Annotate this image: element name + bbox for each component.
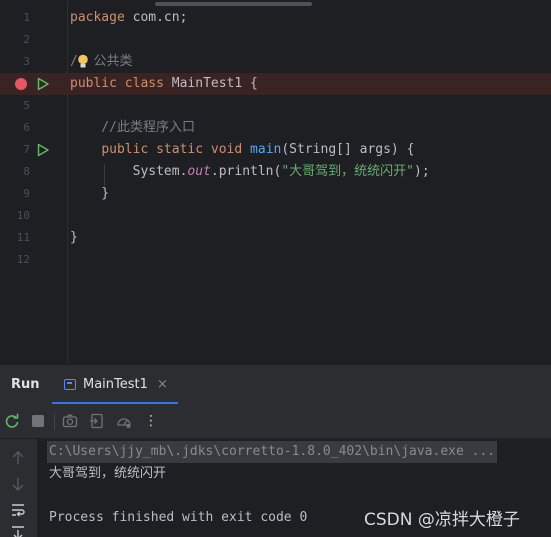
code-line[interactable]: 2 <box>0 29 551 51</box>
run-tool-window-header: Run MainTest1 × <box>0 364 551 405</box>
line-number: 10 <box>16 209 30 222</box>
down-arrow-icon[interactable] <box>10 476 26 492</box>
stop-icon[interactable] <box>30 413 46 429</box>
code-line[interactable]: 9 } <box>0 183 551 205</box>
line-number: 12 <box>16 253 30 266</box>
console-command-line: C:\Users\jjy_mb\.jdks\corretto-1.8.0_402… <box>47 441 498 463</box>
lightbulb-icon[interactable] <box>77 54 89 69</box>
breakpoint-icon[interactable] <box>15 78 27 90</box>
code-line[interactable]: 8 System.out.println("大哥驾到，统统闪开"); <box>0 161 551 183</box>
tool-window-title: Run <box>11 377 40 392</box>
run-toolbar: ⋮ <box>0 404 551 439</box>
code-line[interactable]: public class MainTest1 { <box>0 73 551 95</box>
more-options-icon[interactable]: ⋮ <box>143 413 159 429</box>
line-number: 11 <box>16 231 30 244</box>
console-side-toolbar <box>0 439 37 537</box>
code-text: System.out.println("大哥驾到，统统闪开"); <box>70 164 430 179</box>
line-number: 5 <box>23 99 30 112</box>
code-line[interactable]: 3/ 公共类 <box>0 51 551 73</box>
code-line[interactable]: 5 <box>0 95 551 117</box>
line-number: 1 <box>23 11 30 24</box>
code-line[interactable]: 6 //此类程序入口 <box>0 117 551 139</box>
dashboard-icon[interactable] <box>116 413 132 429</box>
code-text: } <box>70 186 110 201</box>
console-tab-icon <box>64 379 76 390</box>
horizontal-scrollbar[interactable] <box>155 2 312 6</box>
code-text: public static void main(String[] args) { <box>101 142 415 157</box>
code-line[interactable]: 10 <box>0 205 551 227</box>
line-number: 6 <box>23 121 30 134</box>
line-number: 9 <box>23 187 30 200</box>
console-exit-line: Process finished with exit code 0 <box>49 510 308 525</box>
line-number: 8 <box>23 165 30 178</box>
line-number: 3 <box>23 55 30 68</box>
code-text: package com.cn; <box>70 10 188 25</box>
code-text: public class MainTest1 { <box>70 76 258 91</box>
tab-maintest1[interactable]: MainTest1 × <box>52 365 178 405</box>
line-number: 7 <box>23 143 30 156</box>
code-editor[interactable]: 1 package com.cn; 2 3/ 公共类 public class Main… <box>0 0 551 364</box>
code-line[interactable]: 7 public static void main(String[] args)… <box>0 139 551 161</box>
scroll-to-end-icon[interactable] <box>10 525 26 537</box>
code-line[interactable]: 11} <box>0 227 551 249</box>
run-gutter-icon[interactable] <box>36 143 50 157</box>
soft-wrap-icon[interactable] <box>10 502 26 518</box>
code-text: } <box>70 230 78 245</box>
restore-layout-icon[interactable] <box>89 413 105 429</box>
toolbar-separator <box>54 413 55 430</box>
indent-guide <box>104 164 105 186</box>
run-gutter-icon[interactable] <box>36 77 50 91</box>
code-line[interactable]: 12 <box>0 249 551 271</box>
line-number: 2 <box>23 33 30 46</box>
csdn-watermark: CSDN @凉拌大橙子 <box>364 510 520 530</box>
rerun-icon[interactable] <box>4 413 20 429</box>
camera-icon[interactable] <box>62 413 78 429</box>
tab-label: MainTest1 <box>83 377 148 392</box>
code-text: //此类程序入口 <box>70 120 195 135</box>
code-line[interactable]: 1 package com.cn; <box>0 7 551 29</box>
up-arrow-icon[interactable] <box>10 450 26 466</box>
close-tab-icon[interactable]: × <box>157 377 168 392</box>
console-output-line: 大哥驾到，统统闪开 <box>49 466 167 481</box>
